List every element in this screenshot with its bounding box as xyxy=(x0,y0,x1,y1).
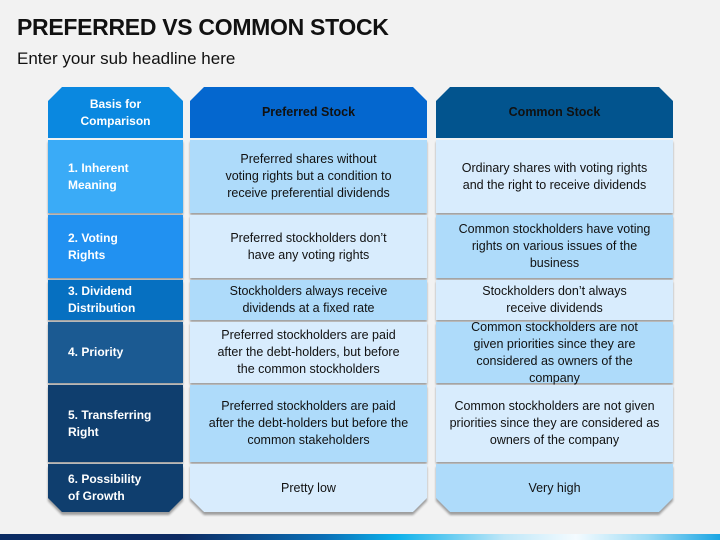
common-text: Stockholders don’t always receive divide… xyxy=(482,284,627,315)
preferred-cell: Preferred stockholders are paid after th… xyxy=(190,322,427,383)
basis-label: 6. Possibility of Growth xyxy=(68,472,142,503)
common-text: Very high xyxy=(528,480,581,495)
common-cell: Common stockholders are not given priori… xyxy=(436,320,673,385)
basis-header-label: Basis for Comparison xyxy=(80,96,151,128)
common-cell: Ordinary shares with voting rights and t… xyxy=(436,140,673,213)
basis-cell: 1. Inherent Meaning xyxy=(48,140,183,213)
basis-cell: 5. Transferring Right xyxy=(48,385,183,462)
common-header-label: Common Stock xyxy=(508,105,601,119)
common-cell: Common stockholders are not given priori… xyxy=(436,385,673,462)
preferred-text: Preferred stockholders don’t have any vo… xyxy=(230,230,387,262)
preferred-cell: Stockholders always receive dividends at… xyxy=(190,280,427,320)
footer-gradient-bar xyxy=(0,534,720,540)
preferred-text: Preferred stockholders are paid after th… xyxy=(217,328,400,376)
basis-label: 2. Voting Rights xyxy=(68,230,118,262)
preferred-text: Preferred shares without voting rights b… xyxy=(225,152,392,200)
basis-cell: 4. Priority xyxy=(48,322,183,383)
preferred-cell: Pretty low xyxy=(190,464,427,512)
basis-cell: 3. Dividend Distribution xyxy=(48,280,183,320)
preferred-header-label: Preferred Stock xyxy=(261,105,356,119)
preferred-text: Preferred stockholders are paid after th… xyxy=(208,399,409,447)
common-text: Common stockholders are not given priori… xyxy=(449,399,660,447)
common-header: Common Stock xyxy=(436,87,673,138)
page-title: PREFERRED VS COMMON STOCK xyxy=(17,14,389,40)
basis-label: 3. Dividend Distribution xyxy=(68,284,136,315)
basis-label: 1. Inherent Meaning xyxy=(68,160,129,192)
preferred-cell: Preferred shares without voting rights b… xyxy=(190,140,427,213)
common-text: Common stockholders have voting rights o… xyxy=(458,222,651,270)
preferred-text: Pretty low xyxy=(281,480,336,495)
common-text: Common stockholders are not given priori… xyxy=(471,319,638,385)
preferred-text: Stockholders always receive dividends at… xyxy=(229,284,388,315)
preferred-header: Preferred Stock xyxy=(190,87,427,138)
common-cell: Very high xyxy=(436,464,673,512)
basis-cell: 2. Voting Rights xyxy=(48,215,183,278)
common-cell: Stockholders don’t always receive divide… xyxy=(436,280,673,320)
page-subtitle: Enter your sub headline here xyxy=(17,49,236,68)
common-cell: Common stockholders have voting rights o… xyxy=(436,215,673,278)
basis-label: 5. Transferring Right xyxy=(68,407,152,439)
basis-header: Basis for Comparison xyxy=(48,87,183,138)
preferred-cell: Preferred stockholders don’t have any vo… xyxy=(190,215,427,278)
basis-cell: 6. Possibility of Growth xyxy=(48,464,183,512)
preferred-cell: Preferred stockholders are paid after th… xyxy=(190,385,427,462)
common-text: Ordinary shares with voting rights and t… xyxy=(461,160,648,192)
basis-label: 4. Priority xyxy=(68,345,124,359)
